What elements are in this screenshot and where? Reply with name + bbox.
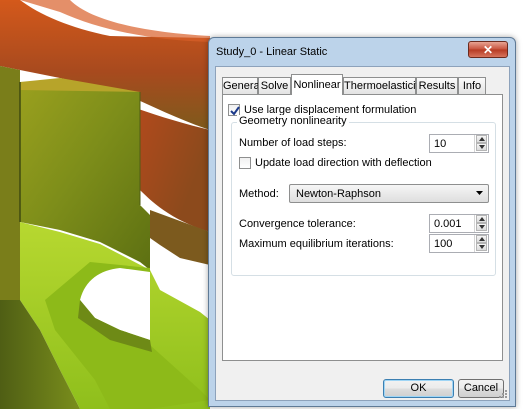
tab-solve[interactable]: Solve	[258, 77, 291, 94]
load-steps-label: Number of load steps:	[239, 137, 347, 149]
update-load-label[interactable]: Update load direction with deflection	[255, 157, 432, 169]
ok-label: OK	[410, 382, 427, 394]
update-load-checkbox[interactable]	[239, 157, 251, 169]
tab-general[interactable]: General	[222, 77, 262, 94]
load-steps-value: 10	[434, 138, 447, 150]
tab-info[interactable]: Info	[458, 77, 486, 94]
tab-thermoelasticity[interactable]: Thermoelasticity	[343, 77, 424, 94]
tab-label: Solve	[260, 80, 289, 92]
tab-label: Nonlinear	[293, 79, 341, 91]
geometry-group-title: Geometry nonlinearity	[237, 115, 349, 127]
ok-button[interactable]: OK	[383, 379, 454, 398]
tab-label: Info	[462, 80, 482, 92]
tolerance-spinner[interactable]: 0.001	[429, 214, 489, 233]
method-select[interactable]: Newton-Raphson	[289, 184, 489, 203]
resize-grip-icon[interactable]	[497, 388, 507, 398]
dialog-title: Study_0 - Linear Static	[216, 46, 328, 58]
spin-up-icon[interactable]	[476, 235, 487, 243]
tolerance-value: 0.001	[434, 218, 462, 230]
spinner-arrows	[474, 215, 488, 232]
tab-label: Thermoelasticity	[344, 80, 425, 92]
spin-down-icon[interactable]	[476, 143, 487, 151]
method-value: Newton-Raphson	[296, 188, 381, 200]
tab-nonlinear[interactable]: Nonlinear	[291, 74, 343, 95]
title-bar[interactable]: Study_0 - Linear Static ✕	[209, 38, 515, 66]
tab-label: General	[223, 80, 263, 92]
close-button[interactable]: ✕	[468, 41, 508, 58]
iterations-spinner[interactable]: 100	[429, 234, 489, 253]
spinner-arrows	[474, 235, 488, 252]
iterations-label: Maximum equilibrium iterations:	[239, 238, 394, 250]
cancel-label: Cancel	[463, 382, 499, 394]
method-label: Method:	[239, 188, 279, 200]
spin-up-icon[interactable]	[476, 215, 487, 223]
tab-results[interactable]: Results	[416, 77, 458, 94]
dropdown-arrow-icon	[476, 191, 483, 195]
tab-label: Results	[418, 80, 456, 92]
tolerance-label: Convergence tolerance:	[239, 218, 356, 230]
close-icon: ✕	[482, 43, 494, 57]
load-steps-spinner[interactable]: 10	[429, 134, 489, 153]
spinner-arrows	[474, 135, 488, 152]
study-dialog: Study_0 - Linear Static ✕ General Solve …	[208, 37, 516, 407]
spin-up-icon[interactable]	[476, 135, 487, 143]
spin-down-icon[interactable]	[476, 243, 487, 251]
iterations-value: 100	[434, 238, 453, 250]
dialog-body: General Solve Nonlinear Thermoelasticity…	[215, 66, 510, 401]
spin-down-icon[interactable]	[476, 223, 487, 231]
nonlinear-panel: Use large displacement formulation Geome…	[222, 94, 503, 361]
